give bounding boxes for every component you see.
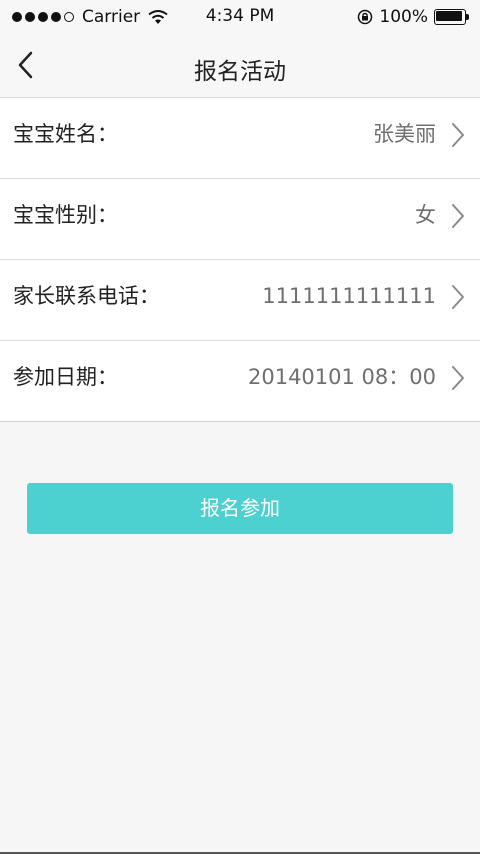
row-value: 1111111111111 bbox=[262, 284, 436, 308]
row-baby-name[interactable]: 宝宝姓名： 张美丽 bbox=[0, 98, 480, 179]
chevron-right-icon bbox=[452, 285, 464, 309]
row-label: 参加日期： bbox=[13, 365, 118, 389]
chevron-right-icon bbox=[452, 366, 464, 390]
chevron-right-icon bbox=[452, 204, 464, 228]
row-value: 女 bbox=[415, 203, 436, 227]
page-title: 报名活动 bbox=[194, 59, 286, 85]
row-label: 家长联系电话： bbox=[13, 284, 160, 308]
status-right: 100% bbox=[357, 6, 470, 28]
nav-bar: 报名活动 bbox=[0, 34, 480, 98]
row-join-date[interactable]: 参加日期： 20140101 08：00 bbox=[0, 341, 480, 422]
submit-signup-button[interactable]: 报名参加 bbox=[27, 483, 453, 534]
row-label: 宝宝性别： bbox=[13, 203, 118, 227]
chevron-right-icon bbox=[452, 123, 464, 147]
battery-percent: 100% bbox=[379, 7, 428, 27]
row-value: 张美丽 bbox=[373, 122, 436, 146]
status-bar: Carrier 4:34 PM 100% bbox=[0, 0, 480, 34]
battery-icon bbox=[434, 9, 470, 25]
row-label: 宝宝姓名： bbox=[13, 122, 118, 146]
row-parent-phone[interactable]: 家长联系电话： 1111111111111 bbox=[0, 260, 480, 341]
row-value: 20140101 08：00 bbox=[247, 365, 436, 389]
signup-form: 宝宝姓名： 张美丽 宝宝性别： 女 家长联系电话： 1111111111111 … bbox=[0, 98, 480, 422]
row-baby-gender[interactable]: 宝宝性别： 女 bbox=[0, 179, 480, 260]
rotation-lock-icon bbox=[357, 9, 373, 25]
